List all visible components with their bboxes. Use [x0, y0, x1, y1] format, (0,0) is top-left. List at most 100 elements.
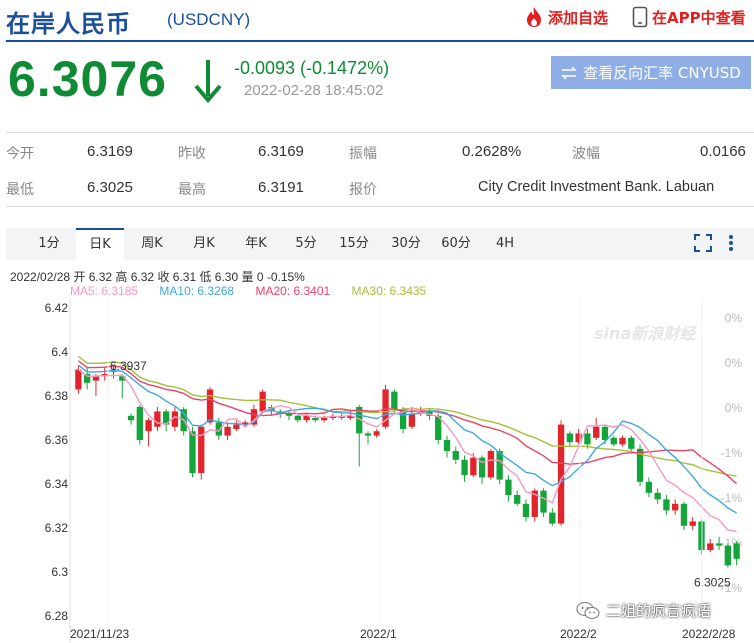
candle-body — [645, 481, 653, 493]
tab-yearly-k[interactable]: 年K — [234, 228, 278, 260]
candle-body — [654, 492, 661, 500]
tab-monthly-k[interactable]: 月K — [182, 228, 226, 260]
label-prev-close: 昨收 — [178, 146, 206, 162]
candle-body — [224, 426, 231, 436]
label-quoter: 报价 — [349, 182, 377, 198]
candle-body — [628, 437, 635, 449]
right-tick-label: -1% — [721, 446, 743, 460]
tab-weekly-k[interactable]: 周K — [130, 228, 174, 260]
y-tick-label: 6.38 — [45, 389, 69, 403]
reverse-rate-button[interactable]: 查看反向汇率 CNYUSD — [551, 56, 751, 89]
right-tick-label: 0% — [725, 311, 743, 325]
page-header: 在岸人民币 (USDCNY) 添加自选 在APP中查看 — [0, 0, 754, 40]
candle-body — [408, 413, 416, 427]
candle-body — [127, 415, 135, 421]
tab-60min[interactable]: 60分 — [436, 228, 476, 260]
y-tick-label: 6.34 — [45, 477, 69, 491]
current-price: 6.3076 — [8, 51, 167, 107]
tab-30min[interactable]: 30分 — [386, 228, 426, 260]
y-tick-label: 6.4 — [51, 345, 68, 359]
value-prev-close: 6.3169 — [258, 143, 304, 160]
candle-body — [549, 512, 556, 524]
candle-body — [452, 451, 459, 460]
candle-body — [373, 431, 380, 436]
label-volatility: 波幅 — [572, 146, 600, 162]
tab-5min[interactable]: 5分 — [286, 228, 326, 260]
x-tick-label: 2022/2/28 — [682, 627, 736, 641]
ohlc-info-line: 2022/02/28 开 6.32 高 6.32 收 6.31 低 6.30 量… — [10, 268, 305, 285]
value-open: 6.3169 — [87, 143, 133, 160]
flame-icon — [527, 7, 541, 27]
candlestick-chart[interactable]: 6.42 6.4 6.38 6.36 6.34 6.32 6.3 6.28 0% 0% 0% -1% -… — [0, 298, 754, 643]
label-amplitude: 振幅 — [349, 146, 377, 162]
candle-body — [154, 411, 161, 427]
candle-body — [505, 479, 512, 495]
low-annotation: 6.3025 — [694, 576, 731, 590]
candle-body — [601, 426, 609, 440]
reverse-rate-label: 查看反向汇率 CNYUSD — [583, 64, 741, 82]
candle-body — [584, 433, 591, 445]
candle-body — [487, 451, 495, 478]
candle-body — [733, 543, 740, 559]
y-tick-label: 6.42 — [45, 301, 69, 315]
ohlc-info-text: 2022/02/28 开 6.32 高 6.32 收 6.31 低 6.30 量… — [10, 270, 305, 284]
view-in-app-button[interactable]: 在APP中查看 — [632, 6, 746, 28]
right-tick-label: 0% — [725, 401, 743, 415]
ma5-legend: MA5: 6.3185 — [70, 284, 139, 298]
tab-1min[interactable]: 1分 — [26, 228, 72, 260]
value-low: 6.3025 — [87, 179, 133, 196]
ma-legend: MA5: 6.3185 MA10: 6.3268 MA20: 6.3401 MA… — [70, 284, 444, 298]
tab-daily-k[interactable]: 日K — [76, 228, 124, 260]
quote-table: 今开 6.3169 昨收 6.3169 振幅 0.2628% 波幅 0.0166… — [6, 132, 754, 207]
more-options-icon[interactable] — [726, 232, 736, 254]
candle-body — [715, 543, 723, 546]
candle-body — [470, 457, 477, 476]
candle-body — [294, 415, 301, 421]
candle-body — [136, 407, 143, 440]
sina-finance-watermark: sina新浪财经 — [594, 324, 696, 343]
price-change: -0.0093 (-0.1472%) — [234, 58, 390, 78]
candle-body — [233, 424, 240, 429]
add-favorite-label: 添加自选 — [548, 8, 609, 27]
candle-body — [672, 503, 679, 511]
candle-body — [145, 420, 152, 432]
candle-body — [259, 391, 266, 412]
right-tick-label: -1% — [721, 491, 743, 505]
label-open: 今开 — [6, 146, 34, 162]
x-tick-label: 2022/1 — [360, 627, 397, 641]
candle-body — [619, 437, 626, 445]
y-tick-label: 6.32 — [45, 521, 69, 535]
phone-icon — [632, 6, 648, 28]
candle-body — [724, 545, 731, 566]
tab-4h[interactable]: 4H — [488, 228, 522, 260]
value-volatility: 0.0166 — [700, 143, 746, 160]
view-in-app-label: 在APP中查看 — [652, 8, 746, 27]
value-high: 6.3191 — [258, 179, 304, 196]
tab-15min[interactable]: 15分 — [334, 228, 374, 260]
wechat-account-label: 二姐的疯言疯语 — [606, 602, 712, 620]
value-amplitude: 0.2628% — [462, 143, 522, 160]
page-title: 在岸人民币 — [6, 10, 131, 38]
candle-body — [610, 437, 617, 445]
candle-body — [514, 495, 521, 504]
swap-icon — [561, 65, 577, 80]
candle-body — [557, 424, 565, 524]
ma20-legend: MA20: 6.3401 — [255, 284, 331, 298]
ma10-legend: MA10: 6.3268 — [159, 284, 235, 298]
candle-body — [663, 499, 670, 511]
candle-body — [189, 431, 196, 473]
candle-body — [443, 440, 451, 451]
down-arrow-icon — [194, 60, 222, 104]
ma30-legend: MA30: 6.3435 — [351, 284, 427, 298]
candle-body — [680, 503, 688, 526]
fullscreen-icon[interactable] — [692, 232, 714, 254]
wechat-icon — [576, 601, 600, 619]
y-tick-label: 6.28 — [45, 609, 69, 623]
x-tick-label: 2022/2 — [560, 627, 597, 641]
header-divider — [6, 40, 754, 42]
candle-body — [75, 369, 82, 390]
add-favorite-button[interactable]: 添加自选 — [524, 6, 608, 28]
candle-body — [522, 503, 530, 517]
candle-body — [461, 459, 468, 476]
candle-body — [566, 433, 574, 443]
